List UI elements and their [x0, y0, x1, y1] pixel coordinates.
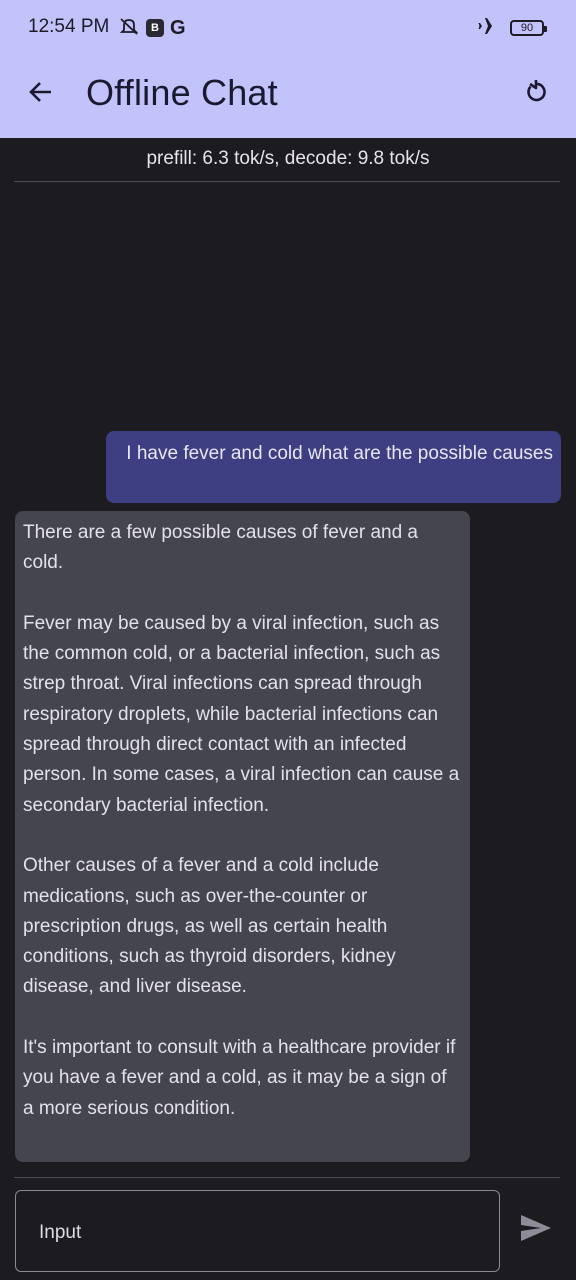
- app-header: 12:54 PM B G 90 Offline Chat: [0, 0, 576, 138]
- silent-icon: [118, 16, 140, 41]
- assistant-message: There are a few possible causes of fever…: [15, 511, 470, 1162]
- airplane-icon: [478, 15, 502, 42]
- status-bar: 12:54 PM B G 90: [0, 0, 576, 56]
- toolbar: Offline Chat: [0, 56, 576, 132]
- performance-stats: prefill: 6.3 tok/s, decode: 9.8 tok/s: [146, 148, 430, 169]
- status-icons-left: B G: [118, 16, 186, 40]
- battery-icon: 90: [510, 20, 547, 36]
- status-icons-right: 90: [478, 15, 547, 42]
- send-icon[interactable]: [514, 1208, 558, 1248]
- message-input[interactable]: Input: [15, 1190, 500, 1272]
- refresh-icon[interactable]: [516, 72, 556, 112]
- notification-badge: B: [146, 19, 164, 37]
- input-divider: [14, 1177, 560, 1178]
- status-time: 12:54 PM: [28, 16, 110, 37]
- stats-divider: [14, 181, 560, 182]
- user-message: I have fever and cold what are the possi…: [106, 431, 561, 503]
- input-label: Input: [39, 1222, 82, 1243]
- arrow-back-icon[interactable]: [20, 72, 60, 112]
- page-title: Offline Chat: [86, 72, 278, 113]
- google-icon: G: [170, 16, 186, 39]
